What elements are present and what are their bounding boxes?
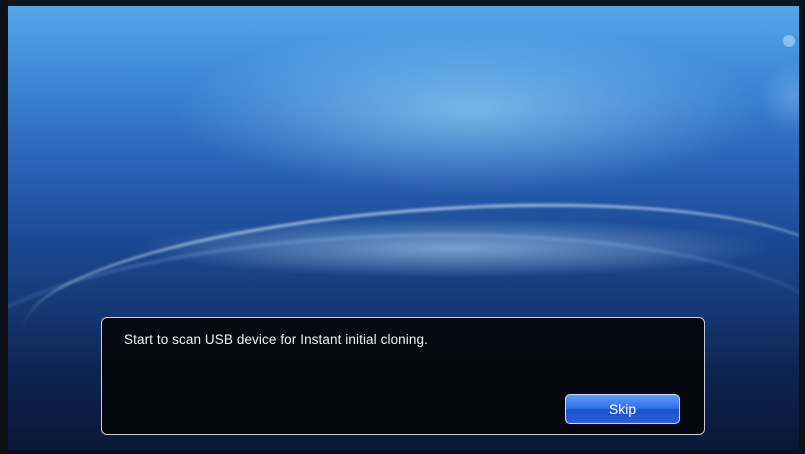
screen-bezel-bottom xyxy=(0,450,805,454)
dialog-message: Start to scan USB device for Instant ini… xyxy=(124,332,428,347)
background-bokeh-small xyxy=(783,35,795,47)
background-bokeh-large xyxy=(758,62,805,132)
screen-bezel-right xyxy=(799,0,805,454)
skip-button[interactable]: Skip xyxy=(565,394,680,424)
screen-bezel-left xyxy=(0,0,8,454)
screen-bezel-top xyxy=(0,0,805,6)
tv-screen: Start to scan USB device for Instant ini… xyxy=(0,0,805,454)
usb-scan-dialog: Start to scan USB device for Instant ini… xyxy=(101,317,705,435)
